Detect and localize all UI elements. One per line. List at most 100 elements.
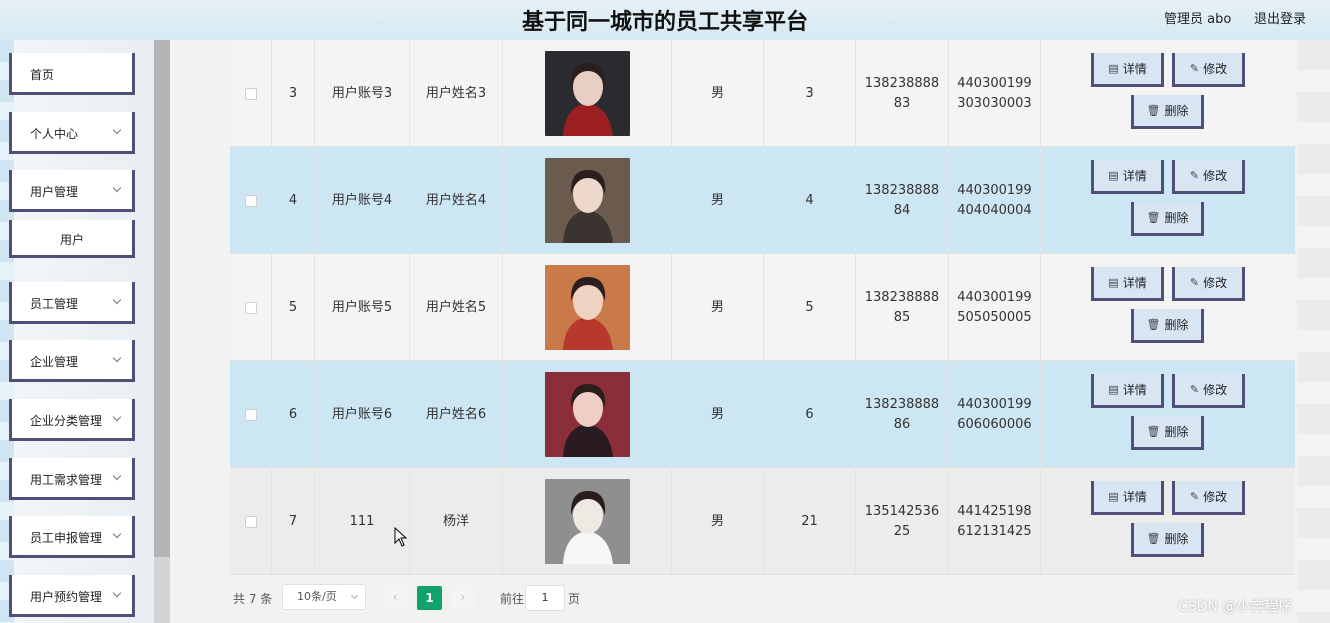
table-cell-gender: 男 [672, 147, 764, 254]
sidebar-item-enterprise-management[interactable]: 企业管理 [9, 340, 135, 382]
row-checkbox[interactable] [244, 408, 257, 421]
table-cell-photo [503, 361, 672, 468]
cell-id: 5 [288, 299, 298, 315]
table-cell-check [230, 468, 272, 575]
sidebar-item-label: 企业管理 [30, 355, 79, 369]
button-label: 删除 [1164, 424, 1189, 439]
table-cell-actions: ▤ 详情 ✎ 修改 🗑 删除 [1041, 40, 1295, 147]
row-checkbox[interactable] [244, 87, 257, 100]
cell-idcard: 440300199303030003 [957, 75, 1032, 111]
prev-page-button[interactable]: ‹ [383, 586, 407, 610]
button-label: 修改 [1203, 489, 1228, 504]
cell-account: 用户账号6 [331, 406, 393, 422]
chevron-down-icon [112, 412, 122, 422]
cell-gender: 男 [710, 406, 724, 422]
sidebar-subitem-users[interactable]: 用户 [9, 220, 135, 258]
trash-icon: 🗑 [1146, 210, 1161, 224]
mouse-cursor-icon [394, 527, 408, 547]
cell-account: 用户账号5 [331, 299, 393, 315]
page-title: 基于同一城市的员工共享平台 [521, 10, 808, 35]
sidebar-item-label: 用工需求管理 [30, 473, 103, 487]
cell-phone: 13823888885 [864, 289, 940, 325]
sidebar-item-enterprise-category[interactable]: 企业分类管理 [9, 399, 135, 441]
cell-age: 6 [805, 406, 814, 422]
row-checkbox[interactable] [244, 515, 257, 528]
delete-button[interactable]: 🗑 删除 [1131, 523, 1204, 557]
table-cell-actions: ▤ 详情 ✎ 修改 🗑 删除 [1041, 147, 1295, 254]
document-icon: ▤ [1108, 168, 1119, 182]
watermark: CSDN @小奔程序 [1178, 599, 1293, 615]
sidebar-scrollbar[interactable] [154, 40, 170, 623]
table-cell-idcard: 440300199505050005 [949, 254, 1041, 361]
edit-button[interactable]: ✎ 修改 [1172, 481, 1245, 515]
cell-account: 用户账号4 [331, 192, 393, 208]
table-cell-check [230, 254, 272, 361]
goto-page-input[interactable]: 1 [525, 585, 565, 611]
button-label: 修改 [1203, 168, 1228, 183]
chevron-down-icon [112, 588, 122, 598]
table-cell-id: 4 [272, 147, 315, 254]
detail-button[interactable]: ▤ 详情 [1091, 267, 1164, 301]
trash-icon: 🗑 [1146, 424, 1161, 438]
sidebar: 首页 个人中心 用户管理 用户 员工管理 企业管理 企业分类管理 用工需求管理 … [0, 40, 154, 623]
delete-button[interactable]: 🗑 删除 [1131, 95, 1204, 129]
table-row: 3 用户账号3 用户姓名3 男 3 13823888883 4403001993030300… [230, 40, 1295, 147]
page-size-select[interactable]: 10条/页 [282, 584, 366, 610]
edit-button[interactable]: ✎ 修改 [1172, 267, 1245, 301]
trash-icon: 🗑 [1146, 317, 1161, 331]
cell-gender: 男 [710, 192, 724, 208]
chevron-down-icon [112, 183, 122, 193]
table-cell-idcard: 440300199404040004 [949, 147, 1041, 254]
sidebar-item-employee-management[interactable]: 员工管理 [9, 282, 135, 324]
goto-label: 前往 [500, 592, 525, 606]
button-label: 详情 [1122, 275, 1147, 290]
scrollbar-thumb[interactable] [154, 40, 170, 557]
table-row: 4 用户账号4 用户姓名4 男 4 13823888884 4403001994040400… [230, 147, 1295, 254]
table-cell-account: 用户账号4 [315, 147, 410, 254]
cell-phone: 13514253625 [864, 503, 940, 539]
sidebar-item-employee-declaration[interactable]: 员工申报管理 [9, 516, 135, 558]
row-checkbox[interactable] [244, 301, 257, 314]
current-page-button[interactable]: 1 [417, 586, 442, 610]
user-avatar-image [544, 479, 630, 564]
cell-name: 用户姓名6 [425, 406, 487, 422]
edit-icon: ✎ [1189, 275, 1200, 289]
table-cell-idcard: 440300199303030003 [949, 40, 1041, 147]
delete-button[interactable]: 🗑 删除 [1131, 416, 1204, 450]
table-cell-name: 用户姓名4 [410, 147, 503, 254]
edit-button[interactable]: ✎ 修改 [1172, 53, 1245, 87]
delete-button[interactable]: 🗑 删除 [1131, 309, 1204, 343]
detail-button[interactable]: ▤ 详情 [1091, 374, 1164, 408]
cell-idcard: 441425198612131425 [957, 503, 1032, 539]
next-page-button[interactable]: › [451, 586, 475, 610]
sidebar-item-personal-center[interactable]: 个人中心 [9, 112, 135, 154]
document-icon: ▤ [1108, 489, 1119, 503]
chevron-down-icon [112, 125, 122, 135]
table-cell-name: 用户姓名5 [410, 254, 503, 361]
table-cell-id: 6 [272, 361, 315, 468]
detail-button[interactable]: ▤ 详情 [1091, 160, 1164, 194]
button-label: 修改 [1203, 382, 1228, 397]
sidebar-item-labor-demand[interactable]: 用工需求管理 [9, 458, 135, 500]
cell-age: 5 [805, 299, 814, 315]
cell-phone: 13823888883 [864, 75, 940, 111]
button-label: 修改 [1203, 275, 1228, 290]
row-checkbox[interactable] [244, 194, 257, 207]
edit-button[interactable]: ✎ 修改 [1172, 374, 1245, 408]
sidebar-item-user-management[interactable]: 用户管理 [9, 170, 135, 212]
sidebar-item-home[interactable]: 首页 [9, 53, 135, 95]
main-content: 3 用户账号3 用户姓名3 男 3 13823888883 4403001993030300… [170, 40, 1330, 623]
detail-button[interactable]: ▤ 详情 [1091, 53, 1164, 87]
logout-link[interactable]: 退出登录 [1254, 8, 1306, 27]
document-icon: ▤ [1108, 275, 1119, 289]
edit-button[interactable]: ✎ 修改 [1172, 160, 1245, 194]
detail-button[interactable]: ▤ 详情 [1091, 481, 1164, 515]
table-cell-account: 用户账号5 [315, 254, 410, 361]
sidebar-item-label: 企业分类管理 [30, 414, 103, 428]
table-cell-age: 4 [764, 147, 856, 254]
sidebar-item-user-appointment[interactable]: 用户预约管理 [9, 575, 135, 617]
admin-label: 管理员 abo [1164, 12, 1232, 27]
chevron-down-icon [112, 529, 122, 539]
button-label: 详情 [1122, 382, 1147, 397]
delete-button[interactable]: 🗑 删除 [1131, 202, 1204, 236]
